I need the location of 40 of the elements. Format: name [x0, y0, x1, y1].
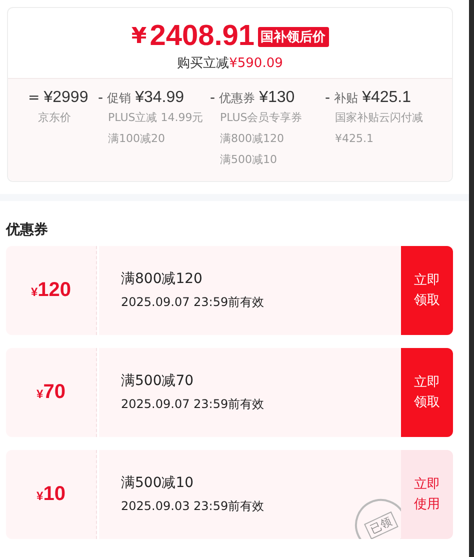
coupon-condition: 满800减120: [121, 270, 204, 288]
coupon-validity: 2025.09.07 23:59前有效: [121, 294, 266, 311]
breakdown-note: PLUS立减 14.99元: [108, 110, 204, 126]
breakdown-amount: ¥2999: [44, 89, 88, 107]
coupon-condition: 满500减10: [121, 474, 195, 492]
breakdown-label: 补贴: [334, 90, 358, 107]
breakdown-note: 国家补贴云闪付减: [335, 110, 424, 126]
breakdown-amount: ¥425.1: [362, 89, 411, 107]
currency-symbol: ¥: [36, 387, 44, 401]
breakdown-note: 满100减20: [108, 131, 166, 147]
currency-symbol: ¥: [36, 489, 44, 503]
breakdown-note: 京东价: [38, 110, 72, 126]
breakdown-note: PLUS会员专享券: [220, 110, 304, 126]
coupon-validity: 2025.09.03 23:59前有效: [121, 498, 266, 515]
section-title: 优惠券: [6, 221, 49, 239]
coupon-validity: 2025.09.07 23:59前有效: [121, 396, 266, 413]
breakdown-label: 促销: [107, 90, 132, 107]
coupon-action-button[interactable]: 立即使用: [401, 450, 453, 539]
final-price: 2408.91: [150, 20, 255, 53]
breakdown-note: 满800减120: [220, 131, 285, 147]
price-badge: 国补领后价: [258, 26, 329, 46]
saving-label: 购买立减: [177, 56, 230, 71]
operator-sign: -: [98, 90, 104, 106]
breakdown-label: 优惠券: [219, 90, 256, 107]
saving-amount: ¥590.09: [229, 56, 283, 71]
coupon-value: 10: [43, 483, 66, 505]
coupon-action-button[interactable]: 立即领取: [401, 246, 453, 335]
operator-sign: -: [325, 90, 330, 106]
currency-symbol: ¥: [30, 285, 38, 299]
coupon-condition: 满500减70: [121, 372, 195, 390]
breakdown-amount: ¥130: [259, 89, 295, 107]
breakdown-note: ¥425.1: [335, 131, 374, 147]
coupon-value: 120: [38, 279, 72, 301]
coupon-action-button[interactable]: 立即领取: [401, 348, 453, 437]
operator-sign: -: [210, 90, 216, 106]
breakdown-note: 满500减10: [220, 152, 278, 168]
breakdown-amount: ¥34.99: [135, 89, 184, 107]
coupon-value: 70: [43, 381, 66, 403]
operator-sign: =: [28, 90, 40, 106]
currency-symbol: ¥: [131, 24, 147, 49]
